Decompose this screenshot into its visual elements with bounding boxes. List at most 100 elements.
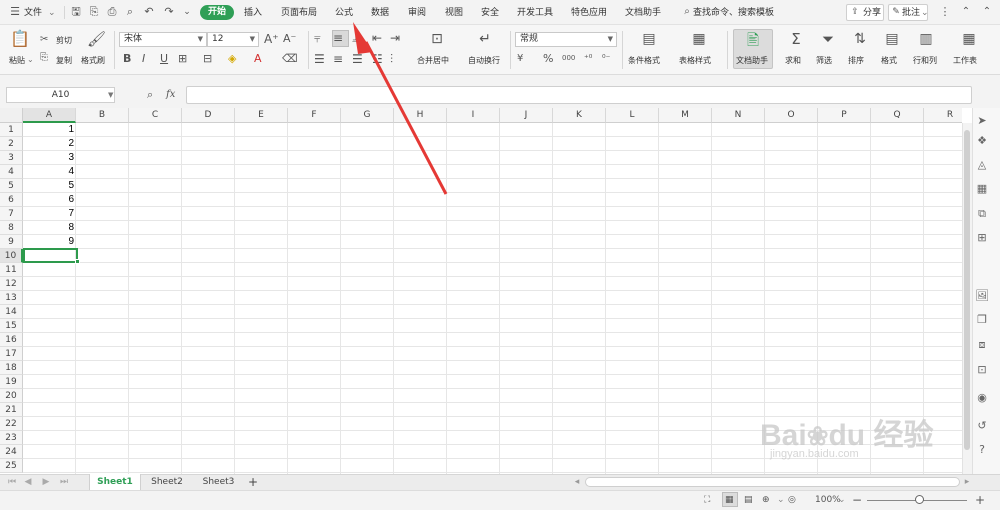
row-header[interactable]: 18	[0, 361, 23, 375]
image-icon[interactable]: 🖼	[974, 288, 990, 304]
row-header[interactable]: 5	[0, 179, 23, 193]
format-button[interactable]: 格式	[881, 55, 897, 66]
cell-a7[interactable]: 7	[23, 207, 76, 221]
row-header[interactable]: 4	[0, 165, 23, 179]
page-break-icon[interactable]: ⊕	[762, 493, 770, 507]
tab-formulas[interactable]: 公式	[335, 5, 353, 21]
pivot-icon[interactable]: ⊞	[974, 230, 990, 246]
shape-icon[interactable]: ◬	[974, 157, 990, 173]
output-icon[interactable]: ⎘	[87, 5, 101, 19]
print-icon[interactable]: ⎙	[105, 5, 119, 19]
thousands-button[interactable]: 000	[562, 51, 575, 65]
row-header[interactable]: 10	[0, 249, 23, 263]
merge-center-button[interactable]: 合并居中	[417, 55, 449, 66]
scroll-left-icon[interactable]: ◂	[572, 474, 582, 490]
sheet-tab-sheet3[interactable]: Sheet3	[193, 474, 244, 490]
row-header[interactable]: 6	[0, 193, 23, 207]
font-color-icon[interactable]: A	[254, 52, 262, 66]
column-header[interactable]: C	[129, 108, 182, 123]
row-col-icon[interactable]: ▥	[917, 32, 935, 46]
format-icon[interactable]: ▤	[883, 32, 901, 46]
backup-icon[interactable]: ◉	[974, 390, 990, 406]
number-format-dropdown[interactable]: 常规 ▼	[515, 32, 617, 47]
format-painter-button[interactable]: 格式刷	[81, 55, 105, 66]
first-sheet-icon[interactable]: ⏮	[6, 474, 18, 490]
worksheet-icon[interactable]: ▦	[960, 32, 978, 46]
table-icon[interactable]: ▦	[974, 181, 990, 197]
row-header[interactable]: 14	[0, 305, 23, 319]
sheet-tab-sheet1[interactable]: Sheet1	[89, 474, 141, 490]
cell-a8[interactable]: 8	[23, 221, 76, 235]
row-header[interactable]: 12	[0, 277, 23, 291]
merge-center-icon[interactable]: ⊡	[428, 32, 446, 46]
comment-chevron-icon[interactable]: ⌄	[921, 5, 929, 21]
border-icon[interactable]: ⊞	[178, 52, 187, 66]
align-center-icon[interactable]: ≡	[333, 52, 343, 66]
column-header[interactable]: M	[659, 108, 712, 123]
tab-doc-helper[interactable]: 文档助手	[625, 5, 661, 21]
name-box[interactable]: A10	[6, 87, 115, 103]
paste-chevron-icon[interactable]: ⌄	[27, 55, 34, 64]
row-header[interactable]: 1	[0, 123, 23, 137]
vertical-scroll-thumb[interactable]	[964, 130, 970, 450]
history-icon[interactable]: ↺	[974, 418, 990, 434]
sheet-tab-sheet2[interactable]: Sheet2	[142, 474, 192, 490]
decrease-font-icon[interactable]: A⁻	[283, 32, 296, 46]
column-header[interactable]: P	[818, 108, 871, 123]
row-header[interactable]: 11	[0, 263, 23, 277]
column-header[interactable]: K	[553, 108, 606, 123]
row-header[interactable]: 9	[0, 235, 23, 249]
add-sheet-button[interactable]: +	[246, 474, 260, 490]
zoom-in-icon[interactable]: +	[975, 493, 985, 507]
undo-icon[interactable]: ↶	[142, 5, 156, 19]
file-menu[interactable]: 文件	[24, 5, 42, 21]
decrease-decimal-icon[interactable]: ⁰⁻	[602, 52, 610, 66]
horizontal-scrollbar[interactable]	[585, 477, 960, 487]
row-header[interactable]: 23	[0, 431, 23, 445]
cell-a4[interactable]: 4	[23, 165, 76, 179]
filter-button[interactable]: 筛选	[816, 55, 832, 66]
zoom-slider-thumb[interactable]	[915, 495, 924, 504]
tab-review[interactable]: 审阅	[408, 5, 426, 21]
row-header[interactable]: 3	[0, 151, 23, 165]
row-header[interactable]: 2	[0, 137, 23, 151]
select-all-corner[interactable]	[0, 108, 23, 123]
sort-button[interactable]: 排序	[848, 55, 864, 66]
cut-button[interactable]: 剪切	[56, 35, 72, 46]
row-header[interactable]: 16	[0, 333, 23, 347]
save-icon[interactable]: 🖫	[69, 5, 83, 19]
underline-button[interactable]: U	[160, 52, 168, 66]
column-header[interactable]: B	[76, 108, 129, 123]
font-size-dropdown[interactable]: 12 ▼	[207, 32, 259, 47]
command-search[interactable]: 查找命令、搜索模板	[693, 5, 774, 21]
font-name-dropdown[interactable]: 宋体 ▼	[119, 32, 207, 47]
row-header[interactable]: 13	[0, 291, 23, 305]
file-menu-chevron-icon[interactable]: ⌄	[48, 5, 56, 21]
align-bottom-icon[interactable]: ⫨	[352, 31, 359, 45]
reading-mode-icon[interactable]: ◎	[788, 493, 796, 507]
currency-icon[interactable]: ¥	[517, 52, 523, 66]
worksheet-button[interactable]: 工作表	[953, 55, 977, 66]
tab-special-apps[interactable]: 特色应用	[571, 5, 607, 21]
column-header[interactable]: R	[924, 108, 962, 123]
row-col-button[interactable]: 行和列	[913, 55, 937, 66]
tab-data[interactable]: 数据	[371, 5, 389, 21]
eye-protect-icon[interactable]: ⛶	[704, 493, 710, 507]
column-header[interactable]: O	[765, 108, 818, 123]
sort-icon[interactable]: ⇅	[851, 32, 869, 46]
fill-style-icon[interactable]: ⊟	[203, 52, 212, 66]
more-icon[interactable]: ⋮	[938, 5, 952, 19]
column-header[interactable]: Q	[871, 108, 924, 123]
paste-button[interactable]: 粘贴	[9, 55, 25, 66]
export-icon[interactable]: ⊡	[974, 362, 990, 378]
distribute-icon[interactable]: ⫶	[390, 52, 393, 66]
column-header[interactable]: D	[182, 108, 235, 123]
clear-format-icon[interactable]: ⌫	[282, 52, 298, 66]
row-header[interactable]: 25	[0, 459, 23, 473]
minimize-ribbon-icon[interactable]: ⌃	[980, 5, 994, 19]
cell-a9[interactable]: 9	[23, 235, 76, 249]
row-header[interactable]: 22	[0, 417, 23, 431]
name-box-chevron-icon[interactable]: ▼	[108, 88, 113, 102]
zoom-chevron-icon[interactable]: ⌄	[838, 493, 846, 507]
indent-decrease-icon[interactable]: ⇤	[372, 31, 382, 45]
